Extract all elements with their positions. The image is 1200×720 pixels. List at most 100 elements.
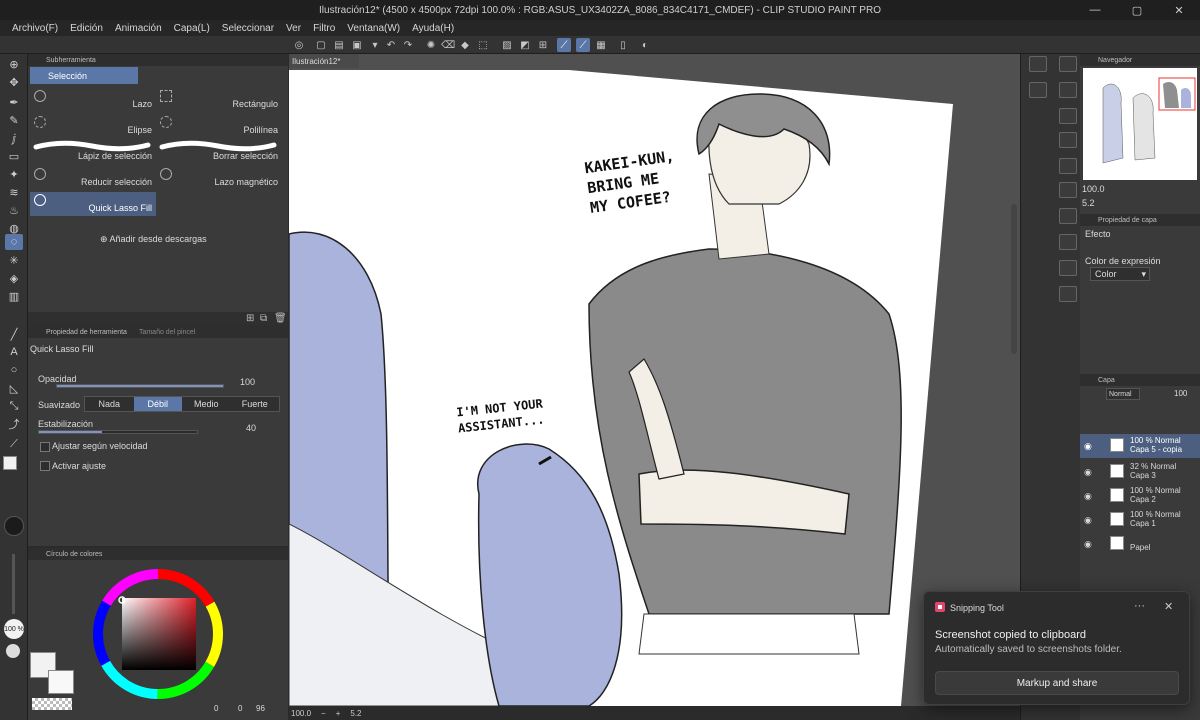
subtool-reducir-seleccion[interactable]: Reducir selección xyxy=(30,166,156,190)
sub-color-box[interactable] xyxy=(48,670,74,694)
layer-row[interactable]: ◉ Papel xyxy=(1080,532,1200,556)
eye-icon[interactable]: ◉ xyxy=(1084,467,1092,478)
subtool-elipse[interactable]: Elipse xyxy=(30,114,156,138)
layer-row[interactable]: ◉ 100 % Normal Capa 2 xyxy=(1080,484,1200,508)
open-file-icon[interactable]: ▤ xyxy=(332,38,346,52)
clip-studio-icon[interactable]: ◎ xyxy=(292,38,306,52)
layer-row[interactable]: ◉ 100 % Normal Capa 1 xyxy=(1080,508,1200,532)
layer-row[interactable]: ◉ 32 % Normal Capa 3 xyxy=(1080,460,1200,484)
menu-edicion[interactable]: Edición xyxy=(64,23,109,34)
adjust-checkbox[interactable] xyxy=(40,461,50,471)
panel-icon[interactable] xyxy=(1029,56,1047,72)
navigator-zoom[interactable]: 100.0 xyxy=(1082,184,1105,194)
tab-layer-property[interactable]: Propiedad de capa xyxy=(1098,217,1157,224)
panel-icon[interactable] xyxy=(1059,182,1077,198)
close-icon[interactable]: ✕ xyxy=(1164,600,1173,613)
panel-icon[interactable] xyxy=(1059,56,1077,72)
new-file-icon[interactable]: ▢ xyxy=(314,38,328,52)
canvas-area[interactable]: Ilustración12* KAKEI-KUN, BRING ME MY CO… xyxy=(289,54,1020,706)
clear-icon[interactable]: ⌫ xyxy=(441,38,455,52)
invert-selection-icon[interactable]: ◩ xyxy=(518,38,532,52)
zoom-value[interactable]: 100.0 xyxy=(291,709,311,718)
maximize-button[interactable]: ▢ xyxy=(1116,0,1158,20)
smoothing-option-strong[interactable]: Fuerte xyxy=(231,397,280,411)
main-color-swatch[interactable] xyxy=(3,456,17,470)
lasso-selection-icon[interactable]: ◌ xyxy=(5,234,23,250)
minimize-button[interactable]: — xyxy=(1074,0,1116,20)
panel-icon[interactable] xyxy=(1059,286,1077,302)
eye-icon[interactable]: ◉ xyxy=(1084,515,1092,526)
panel-icon[interactable] xyxy=(1059,234,1077,250)
figure-icon[interactable]: ╱ xyxy=(5,326,23,342)
brush-size-slider[interactable] xyxy=(12,554,15,614)
decoration-icon[interactable]: ✦ xyxy=(5,166,23,182)
show-selection-icon[interactable]: ⊞ xyxy=(536,38,550,52)
opacity-slider[interactable] xyxy=(56,384,224,388)
eye-icon[interactable]: ◉ xyxy=(1084,539,1092,550)
menu-filtro[interactable]: Filtro xyxy=(307,23,341,34)
stabilization-slider[interactable] xyxy=(38,430,198,434)
tab-tool-property[interactable]: Propiedad de herramienta xyxy=(46,329,127,336)
layer-opacity[interactable]: 100 xyxy=(1174,389,1187,398)
transform-icon[interactable]: ⬚ xyxy=(476,38,490,52)
text-icon[interactable]: A xyxy=(5,344,23,360)
correct-line-icon[interactable]: ⤴ xyxy=(5,416,23,432)
smoothing-option-none[interactable]: Nada xyxy=(85,397,134,411)
more-options-icon[interactable]: ··· xyxy=(1134,600,1145,612)
menu-archivo[interactable]: Archivo(F) xyxy=(6,23,64,34)
loading-icon[interactable]: ✺ xyxy=(424,38,438,52)
blend-icon[interactable]: ♨ xyxy=(5,202,23,218)
gradient-icon[interactable]: ▥ xyxy=(5,288,23,304)
opacity-knob[interactable] xyxy=(6,644,20,658)
tab-color-wheel[interactable]: Círculo de colores xyxy=(46,551,102,558)
navigator-preview[interactable] xyxy=(1083,68,1197,180)
menu-animacion[interactable]: Animación xyxy=(109,23,168,34)
color-wheel[interactable] xyxy=(88,564,228,704)
subtool-quick-lasso-fill[interactable]: Quick Lasso Fill xyxy=(30,192,156,216)
eraser-icon[interactable]: ▭ xyxy=(5,148,23,164)
smartphone-icon[interactable]: ▯ xyxy=(616,38,630,52)
zoom-out-icon[interactable]: − xyxy=(321,709,326,718)
undo-icon[interactable]: ↶ xyxy=(384,38,398,52)
save-icon[interactable]: ▣ xyxy=(350,38,364,52)
panel-icon[interactable] xyxy=(1059,132,1077,148)
subtool-lazo[interactable]: Lazo xyxy=(30,88,156,112)
smoothing-option-weak[interactable]: Débil xyxy=(133,397,182,411)
subtool-rectangulo[interactable]: Rectángulo xyxy=(156,88,282,112)
snap-special-ruler-icon[interactable]: ⟋ xyxy=(576,38,590,52)
speed-checkbox[interactable] xyxy=(40,442,50,452)
balloon-icon[interactable]: ○ xyxy=(5,362,23,378)
menu-ventana[interactable]: Ventana(W) xyxy=(341,23,406,34)
transparent-color-box[interactable] xyxy=(32,698,72,710)
opacity-badge[interactable]: 100 % xyxy=(4,619,24,639)
menu-seleccionar[interactable]: Seleccionar xyxy=(216,23,280,34)
airbrush-icon[interactable]: ≋ xyxy=(5,184,23,200)
subtool-borrar-seleccion[interactable]: Borrar selección xyxy=(156,140,282,164)
smoothing-option-medium[interactable]: Medio xyxy=(182,397,231,411)
copy-icon[interactable]: ⧉ xyxy=(260,313,267,324)
blend-mode-select[interactable]: Normal xyxy=(1106,388,1140,400)
rotation-value[interactable]: 5.2 xyxy=(350,709,361,718)
pencil-icon[interactable]: ✎ xyxy=(5,112,23,128)
brush-icon[interactable]: ⅉ xyxy=(5,130,23,146)
subtool-lazo-magnetico[interactable]: Lazo magnético xyxy=(156,166,282,190)
move-icon[interactable]: ✥ xyxy=(5,74,23,90)
close-button[interactable]: ✕ xyxy=(1158,0,1200,20)
subtool-group-tab[interactable]: Selección xyxy=(30,67,138,84)
eye-icon[interactable]: ◉ xyxy=(1084,441,1092,452)
markup-and-share-button[interactable]: Markup and share xyxy=(935,671,1179,695)
operation-icon[interactable]: ⤡ xyxy=(5,398,23,414)
snap-grid-icon[interactable]: ▦ xyxy=(594,38,608,52)
vertical-scrollbar[interactable] xyxy=(1011,204,1017,354)
expression-select[interactable]: Color ▾ xyxy=(1090,267,1150,281)
magnify-icon[interactable]: ⊕ xyxy=(5,56,23,72)
menu-ver[interactable]: Ver xyxy=(280,23,307,34)
menu-capa[interactable]: Capa(L) xyxy=(168,23,216,34)
add-from-downloads[interactable]: ⊕ Añadir desde descargas xyxy=(100,234,207,245)
panel-icon[interactable] xyxy=(1059,208,1077,224)
fill-icon[interactable]: ◆ xyxy=(458,38,472,52)
auto-select-icon[interactable]: ✳ xyxy=(5,252,23,268)
companion-icon[interactable]: ◐ xyxy=(638,38,652,52)
frame-icon[interactable]: ◺ xyxy=(5,380,23,396)
panel-icon[interactable] xyxy=(1059,82,1077,98)
